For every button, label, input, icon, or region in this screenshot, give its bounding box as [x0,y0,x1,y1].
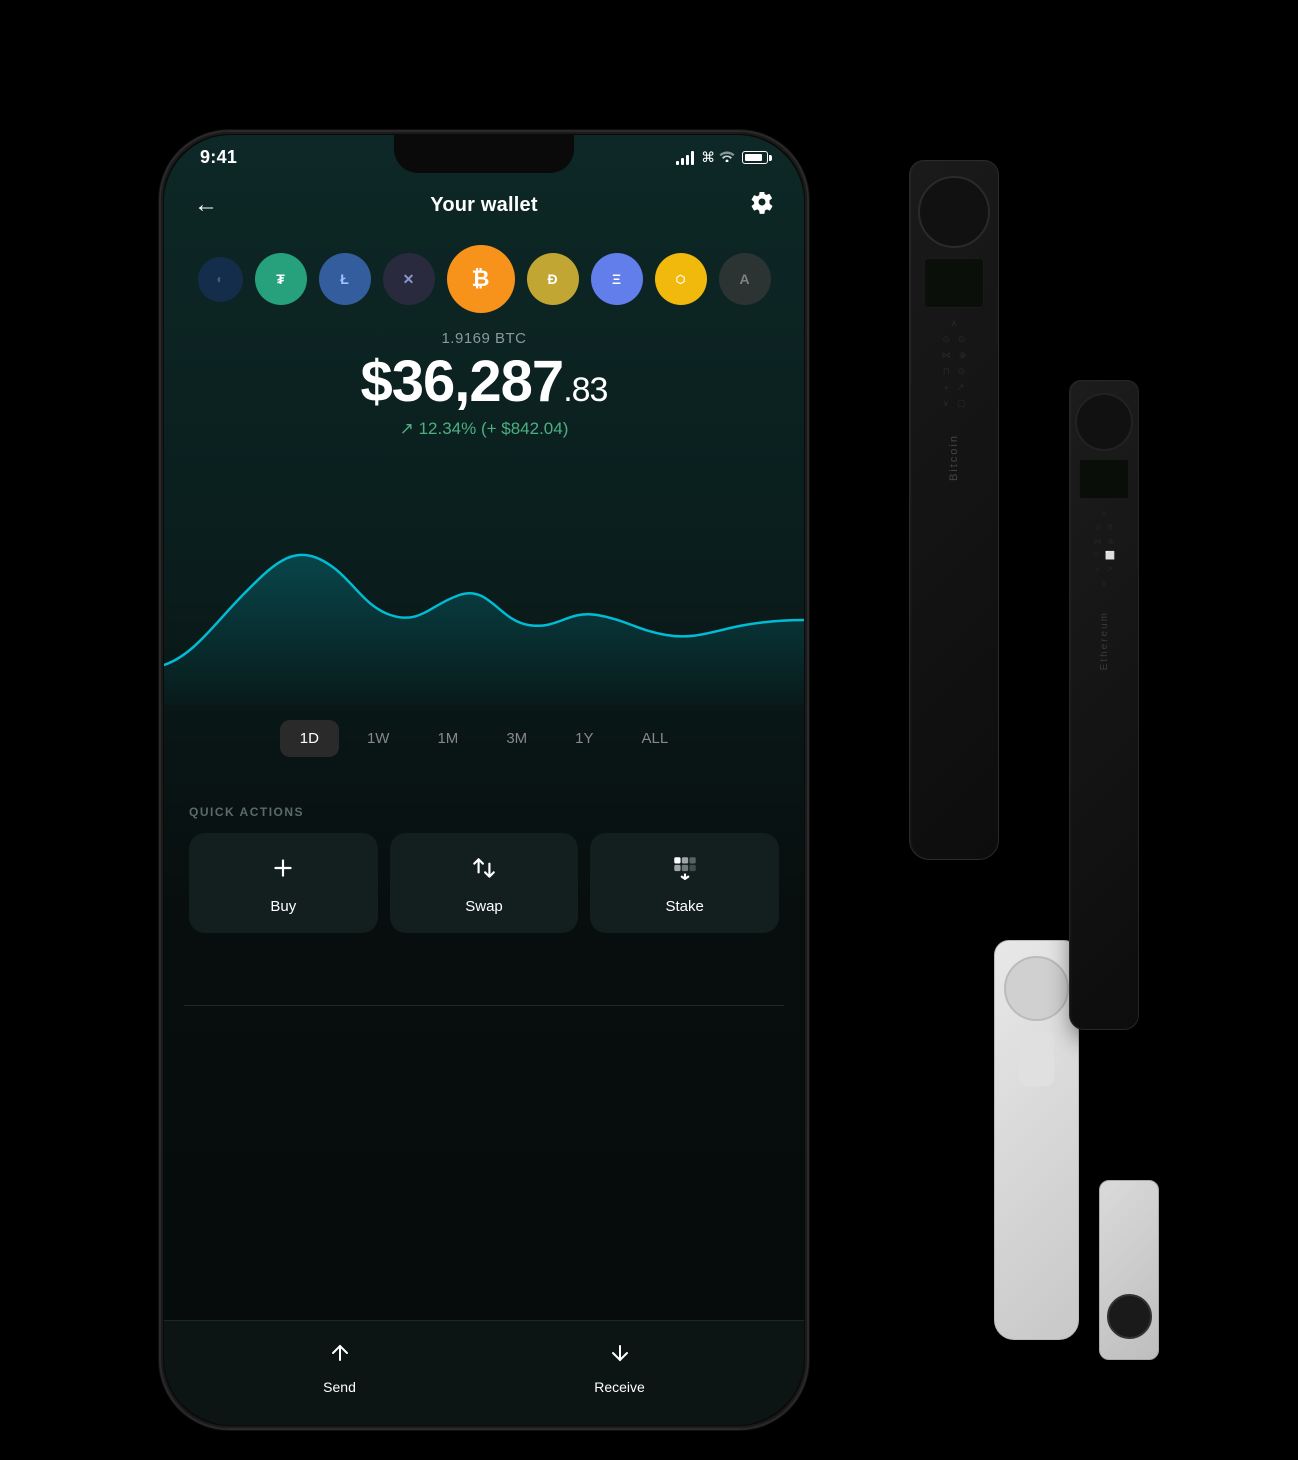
ledger-tall-text: Bitcoin [948,434,960,481]
receive-label: Receive [594,1379,645,1395]
buy-icon [270,855,296,888]
receive-icon [608,1341,632,1371]
time-filters: 1D 1W 1M 3M 1Y ALL [164,720,804,757]
coin-doge[interactable]: Ð [527,253,579,305]
ledger-small-white [1099,1180,1159,1360]
status-time: 9:41 [200,147,237,168]
coin-usdt[interactable]: ₮ [255,253,307,305]
balance-fiat-cents: .83 [563,371,607,409]
ledger-nano-text: Ethereum [1099,611,1110,670]
coin-xrp[interactable]: ✕ [383,253,435,305]
divider [184,1005,784,1006]
time-btn-3m[interactable]: 3M [486,720,547,757]
coin-ltc[interactable]: Ł [319,253,371,305]
receive-nav-item[interactable]: Receive [594,1341,645,1395]
balance-label: 1.9169 BTC [164,330,804,347]
swap-label: Swap [465,898,503,915]
coin-eth[interactable]: Ξ [591,253,643,305]
balance-main: $36,287.83 [164,353,804,411]
phone-device: 9:41 ⌘ [159,130,809,1430]
balance-section: 1.9169 BTC $36,287.83 ↗ 12.34% (+ $842.0… [164,330,804,439]
stake-button[interactable]: Stake [590,833,779,933]
ledger-nano-screen [1079,459,1129,499]
signal-icon [676,151,694,165]
bottom-nav: Send Receive [164,1320,804,1425]
coin-btc[interactable]: ₿ [447,245,515,313]
ledger-white [994,940,1079,1340]
notch [394,135,574,173]
send-nav-item[interactable]: Send [323,1341,356,1395]
ledger-white-body [1019,1031,1054,1086]
battery-icon [742,151,768,164]
ledger-nano-button [1075,393,1133,451]
balance-fiat-main: $36,287 [361,349,564,414]
ledger-tall-black: ∧ ⊙⊙ ⋈⊕ ⊓⊙ +↗ ∨▢ Bitcoin [909,160,999,860]
quick-actions-section: QUICK ACTIONS Buy [164,805,804,933]
stake-icon [672,855,698,888]
screen: 9:41 ⌘ [164,135,804,1425]
coin-algo[interactable]: A [719,253,771,305]
time-btn-all[interactable]: ALL [622,720,689,757]
coin-bnb[interactable]: ⬡ [655,253,707,305]
app-header: ← Your wallet [164,190,804,220]
time-btn-1m[interactable]: 1M [417,720,478,757]
price-chart [164,465,804,705]
time-btn-1w[interactable]: 1W [347,720,410,757]
chart-svg [164,465,804,705]
buy-label: Buy [270,898,296,915]
quick-actions-label: QUICK ACTIONS [189,805,779,819]
wifi-icon: ⌘ [701,149,735,166]
send-label: Send [323,1379,356,1395]
ledger-white-button [1004,956,1069,1021]
coin-partial[interactable]: ◐ [198,257,243,302]
status-icons: ⌘ [676,149,768,166]
back-button[interactable]: ← [194,191,218,219]
send-icon [328,1341,352,1371]
header-title: Your wallet [430,194,537,217]
swap-button[interactable]: Swap [390,833,579,933]
ledger-tall-screen [924,258,984,308]
time-btn-1y[interactable]: 1Y [555,720,613,757]
ledger-nano-black: ∧ ⊙B ⋈⊕ ⊓⬜ +↗ ∨ Ethereum [1069,380,1139,1030]
settings-icon[interactable] [750,190,774,220]
change-text: ↗ 12.34% (+ $842.04) [400,419,569,439]
buy-button[interactable]: Buy [189,833,378,933]
time-btn-1d[interactable]: 1D [280,720,339,757]
coins-row: ◐ ₮ Ł ✕ ₿ Ð Ξ ⬡ A [164,245,804,313]
quick-actions-grid: Buy Swap [189,833,779,933]
stake-label: Stake [666,898,704,915]
ledger-small-circle [1107,1294,1152,1339]
swap-icon [471,855,497,888]
balance-change: ↗ 12.34% (+ $842.04) [164,419,804,439]
ledger-tall-button [918,176,990,248]
